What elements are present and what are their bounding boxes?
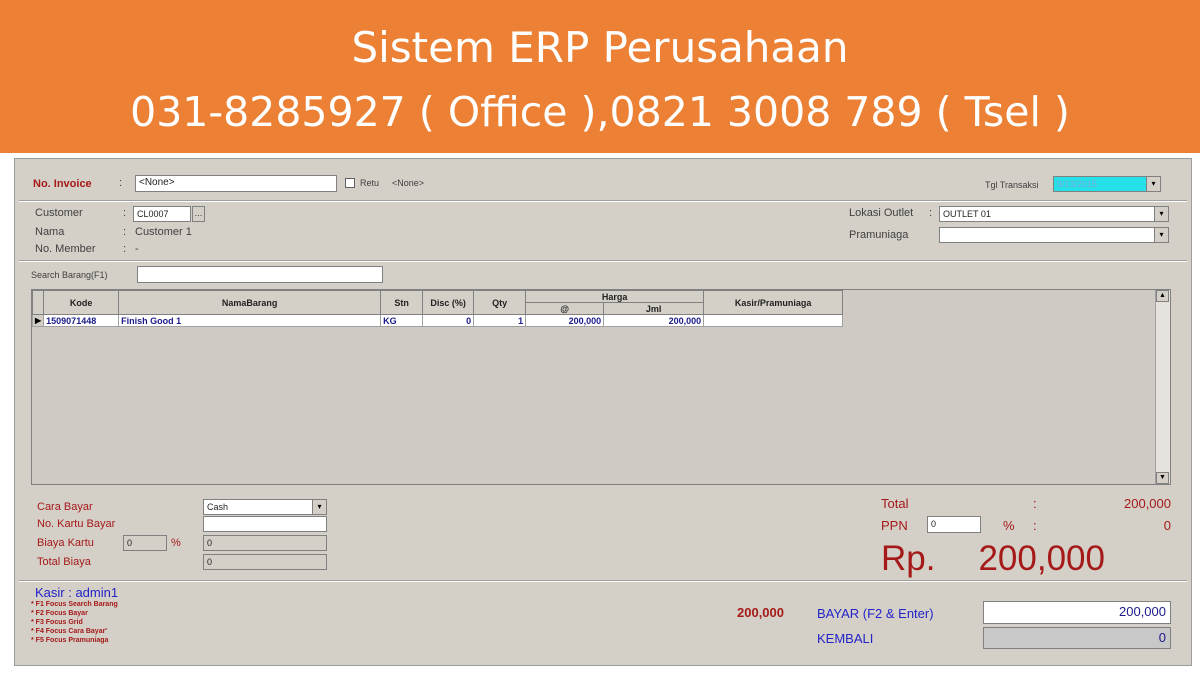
col-kasir[interactable]: Kasir/Pramuniaga [703,290,844,315]
ppn-value: 0 [1163,518,1171,533]
cara-bayar-select[interactable]: Cash ▾ [203,499,327,515]
cell-nama[interactable]: Finish Good 1 [118,314,382,327]
total-value: 200,000 [1124,496,1171,511]
date-dropdown-icon[interactable]: ▾ [1146,177,1160,191]
scroll-down-icon[interactable]: ▼ [1156,472,1169,484]
total-label: Total [881,496,909,511]
invoice-field[interactable]: <None> [135,175,337,192]
cara-bayar-label: Cara Bayar [37,501,93,513]
bayar-input[interactable]: 200,000 [983,601,1171,624]
divider [19,260,1187,262]
biaya-kartu-label: Biaya Kartu [37,537,94,549]
ppn-label: PPN [881,518,908,533]
search-barang-label: Search Barang(F1) [31,270,108,280]
col-qty[interactable]: Qty [473,290,527,315]
cell-kasir[interactable] [703,314,844,327]
nama-value: Customer 1 [135,226,192,238]
no-kartu-bayar-input[interactable] [203,516,327,532]
help-f3: * F3 Focus Grid [31,619,83,626]
lokasi-outlet-label: Lokasi Outlet [849,207,914,219]
bayar-label: BAYAR (F2 & Enter) [817,606,934,621]
kembali-label: KEMBALI [817,631,874,646]
cell-kode[interactable]: 1509071448 [43,314,120,327]
col-harga: Harga [525,290,705,303]
col-harga-at[interactable]: @ [525,302,605,315]
item-table: Kode NamaBarang Stn Disc (%) Qty Harga K… [31,290,844,327]
cell-qty[interactable]: 1 [473,314,527,327]
table-row[interactable]: ▶ 1509071448 Finish Good 1 KG 0 1 200,00… [31,314,844,327]
grid-scrollbar[interactable]: ▲ ▼ [1155,290,1170,484]
kasir-label: Kasir : admin1 [35,585,119,600]
chevron-down-icon[interactable]: ▾ [1154,207,1168,221]
nama-label: Nama [35,226,65,238]
cell-stn[interactable]: KG [380,314,424,327]
title-banner: Sistem ERP Perusahaan 031-8285927 ( Offi… [0,0,1200,153]
retur-label: Retu [360,178,380,188]
invoice-label: No. Invoice [33,178,92,190]
help-f1: * F1 Focus Search Barang [31,601,118,608]
grand-total-currency: Rp. [881,539,936,578]
biaya-kartu-pct-unit: % [171,537,181,549]
col-nama-barang[interactable]: NamaBarang [118,290,382,315]
divider [19,580,1187,582]
cell-harga-jml[interactable]: 200,000 [603,314,705,327]
row-pointer-icon: ▶ [31,314,45,327]
banner-phone: 031-8285927 ( Office ),0821 3008 789 ( T… [130,88,1070,136]
pramuniaga-label: Pramuniaga [849,229,909,241]
customer-code-field[interactable]: CL0007 [133,206,191,222]
help-f5: * F5 Focus Pramuniaga [31,637,109,644]
biaya-kartu-pct-input[interactable]: 0 [123,535,167,551]
divider [19,200,1187,202]
help-f4: * F4 Focus Cara Bayar' [31,628,107,635]
help-f2: * F2 Focus Bayar [31,610,88,617]
ppn-unit: % [1003,518,1015,533]
no-kartu-bayar-label: No. Kartu Bayar [37,518,116,530]
chevron-down-icon[interactable]: ▾ [312,500,326,514]
lokasi-outlet-select[interactable]: OUTLET 01 ▾ [939,206,1169,222]
scroll-up-icon[interactable]: ▲ [1156,290,1169,302]
bayar-amount: 200,000 [737,605,784,620]
item-grid[interactable]: Kode NamaBarang Stn Disc (%) Qty Harga K… [31,289,1171,485]
biaya-kartu-value: 0 [203,535,327,551]
total-biaya-label: Total Biaya [37,556,91,568]
customer-lookup-button[interactable]: … [192,206,205,222]
banner-title: Sistem ERP Perusahaan [351,23,849,72]
search-barang-input[interactable] [137,266,383,283]
col-stn[interactable]: Stn [380,290,424,315]
ppn-input[interactable]: 0 [927,516,981,533]
customer-label: Customer [35,207,83,219]
grand-total-value: 200,000 [978,539,1105,578]
total-biaya-value: 0 [203,554,327,570]
tgl-transaksi-label: Tgl Transaksi [985,180,1039,190]
row-indicator-header [31,290,45,315]
cell-disc[interactable]: 0 [422,314,475,327]
retur-value: <None> [392,178,425,188]
col-harga-jml[interactable]: Jml [603,302,705,315]
pos-window: No. Invoice : <None> Retu <None> Tgl Tra… [14,158,1192,666]
kembali-value: 0 [983,627,1171,649]
cell-harga-at[interactable]: 200,000 [525,314,605,327]
member-value: - [135,243,139,255]
col-kode[interactable]: Kode [43,290,120,315]
pramuniaga-select[interactable]: ▾ [939,227,1169,243]
member-label: No. Member [35,243,96,255]
col-disc[interactable]: Disc (%) [422,290,475,315]
retur-checkbox[interactable] [345,178,355,188]
chevron-down-icon[interactable]: ▾ [1154,228,1168,242]
tgl-transaksi-field[interactable]: 9/13/2015 ▾ [1053,176,1161,192]
